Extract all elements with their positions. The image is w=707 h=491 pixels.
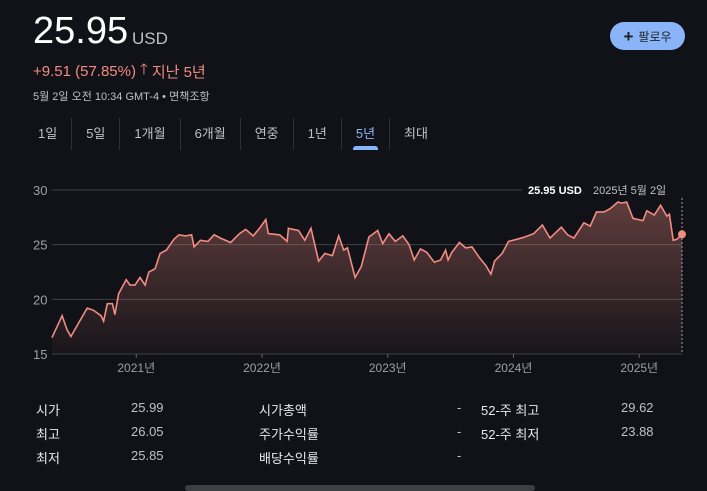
plus-icon: + [623, 26, 634, 46]
stat-label: 52-주 최고 [481, 403, 540, 418]
tab-max[interactable]: 최대 [390, 118, 442, 150]
x-tick-label: 2024년 [495, 361, 533, 375]
y-tick-label: 30 [33, 183, 47, 198]
stat-value: - [457, 400, 462, 415]
tab-5y[interactable]: 5년 [342, 118, 391, 150]
y-tick-label: 25 [33, 238, 47, 253]
stat-label: 주가수익률 [259, 427, 319, 442]
disclaimer-link[interactable]: 면책조항 [169, 91, 209, 103]
current-price: 25.95 [33, 10, 129, 52]
price-chart[interactable]: 25.95 USD 2025년 5월 2일 15 20 25 30 2021년 2022년… [0, 170, 707, 385]
stat-label: 시가총액 [259, 403, 307, 418]
tab-6m[interactable]: 6개월 [181, 118, 241, 150]
stat-value: 29.62 [621, 400, 654, 415]
tab-5d[interactable]: 5일 [72, 118, 121, 150]
hover-point [678, 230, 686, 239]
stat-value: 25.99 [131, 400, 164, 415]
price-change: +9.51 (57.85%) 🡑 지난 5년 [33, 59, 206, 84]
timestamp: 5월 2일 오전 10:34 GMT-4 [33, 91, 160, 103]
stat-label: 최고 [36, 427, 60, 442]
tab-1d[interactable]: 1일 [24, 118, 73, 150]
x-tick-label: 2022년 [243, 361, 281, 375]
range-tabs: 1일 5일 1개월 6개월 연중 1년 5년 최대 [24, 118, 442, 150]
change-value: +9.51 (57.85%) [33, 63, 136, 80]
stat-label: 배당수익률 [259, 451, 319, 466]
follow-button[interactable]: + 팔로우 [610, 22, 685, 50]
stat-value: - [457, 424, 462, 439]
stat-value: 26.05 [131, 424, 164, 439]
stat-value: - [457, 448, 462, 463]
tooltip-date: 2025년 5월 2일 [593, 183, 666, 197]
tab-ytd[interactable]: 연중 [241, 118, 294, 150]
stat-value: 25.85 [131, 448, 164, 463]
tab-1y[interactable]: 1년 [294, 118, 342, 150]
separator: • [162, 91, 167, 103]
arrow-up-icon: 🡑 [140, 61, 148, 78]
x-tick-label: 2023년 [369, 361, 407, 375]
x-tick-label: 2021년 [117, 361, 155, 375]
stat-label: 52-주 최저 [481, 427, 540, 442]
stat-label: 시가 [36, 403, 60, 418]
tab-1m[interactable]: 1개월 [120, 118, 181, 150]
tooltip-price: 25.95 USD [528, 185, 582, 197]
stat-value: 23.88 [621, 424, 654, 439]
timestamp-line: 5월 2일 오전 10:34 GMT-4 • 면책조항 [33, 88, 210, 104]
x-tick-label: 2025년 [620, 361, 658, 375]
stat-label: 최저 [36, 451, 60, 466]
y-tick-label: 15 [33, 347, 47, 362]
currency: USD [132, 29, 168, 48]
y-tick-label: 20 [33, 292, 47, 307]
change-period: 지난 5년 [151, 64, 206, 81]
follow-label: 팔로우 [638, 29, 672, 44]
horizontal-scrollbar[interactable] [185, 485, 535, 491]
